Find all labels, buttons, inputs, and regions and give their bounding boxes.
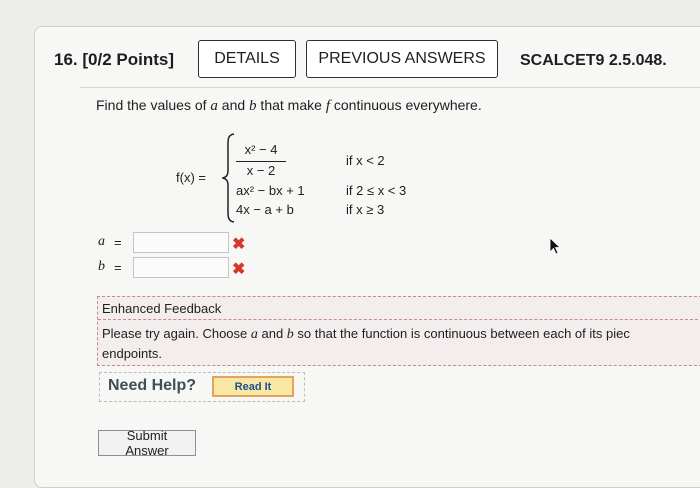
case1-condition: if x < 2 [346, 153, 385, 168]
feedback-title: Enhanced Feedback [102, 301, 222, 316]
question-prompt: Find the values of a and b that make f c… [96, 97, 482, 114]
x-mark-icon: ✖ [232, 236, 246, 253]
feedback-text: Please try again. Choose a and b so that… [102, 326, 630, 361]
question-code: SCALCET9 2.5.048. [520, 52, 667, 69]
read-it-button[interactable]: Read It [212, 376, 294, 397]
answer-a-equals: = [114, 235, 122, 250]
case3-expression: 4x − a + b [236, 202, 294, 217]
question-header: 16. [0/2 Points] [54, 50, 174, 70]
function-lhs: f(x) = [176, 170, 206, 185]
answer-b-label: b [98, 259, 105, 274]
answer-b-equals: = [114, 260, 122, 275]
previous-answers-button[interactable]: PREVIOUS ANSWERS [306, 40, 498, 78]
mouse-cursor-icon [549, 237, 562, 255]
x-mark-icon: ✖ [232, 261, 246, 278]
answer-a-label: a [98, 234, 105, 249]
answer-a-input[interactable] [133, 232, 229, 253]
case3-condition: if x ≥ 3 [346, 202, 385, 217]
enhanced-feedback-box: Enhanced Feedback Please try again. Choo… [97, 296, 700, 366]
case2-condition: if 2 ≤ x < 3 [346, 183, 407, 198]
question-number: 16. [54, 50, 78, 69]
case1-numerator: x² − 4 [244, 142, 278, 157]
question-points: [0/2 Points] [82, 50, 174, 69]
details-button[interactable]: DETAILS [198, 40, 296, 78]
need-help-label: Need Help? [108, 377, 197, 394]
header-divider [80, 87, 700, 88]
submit-answer-button[interactable]: Submit Answer [98, 428, 196, 458]
answer-b-input[interactable] [133, 257, 229, 278]
left-brace-icon [222, 133, 235, 223]
feedback-divider [98, 319, 700, 320]
case1-denominator: x − 2 [246, 163, 276, 178]
fraction-bar [236, 161, 286, 162]
case2-expression: ax² − bx + 1 [236, 183, 305, 198]
